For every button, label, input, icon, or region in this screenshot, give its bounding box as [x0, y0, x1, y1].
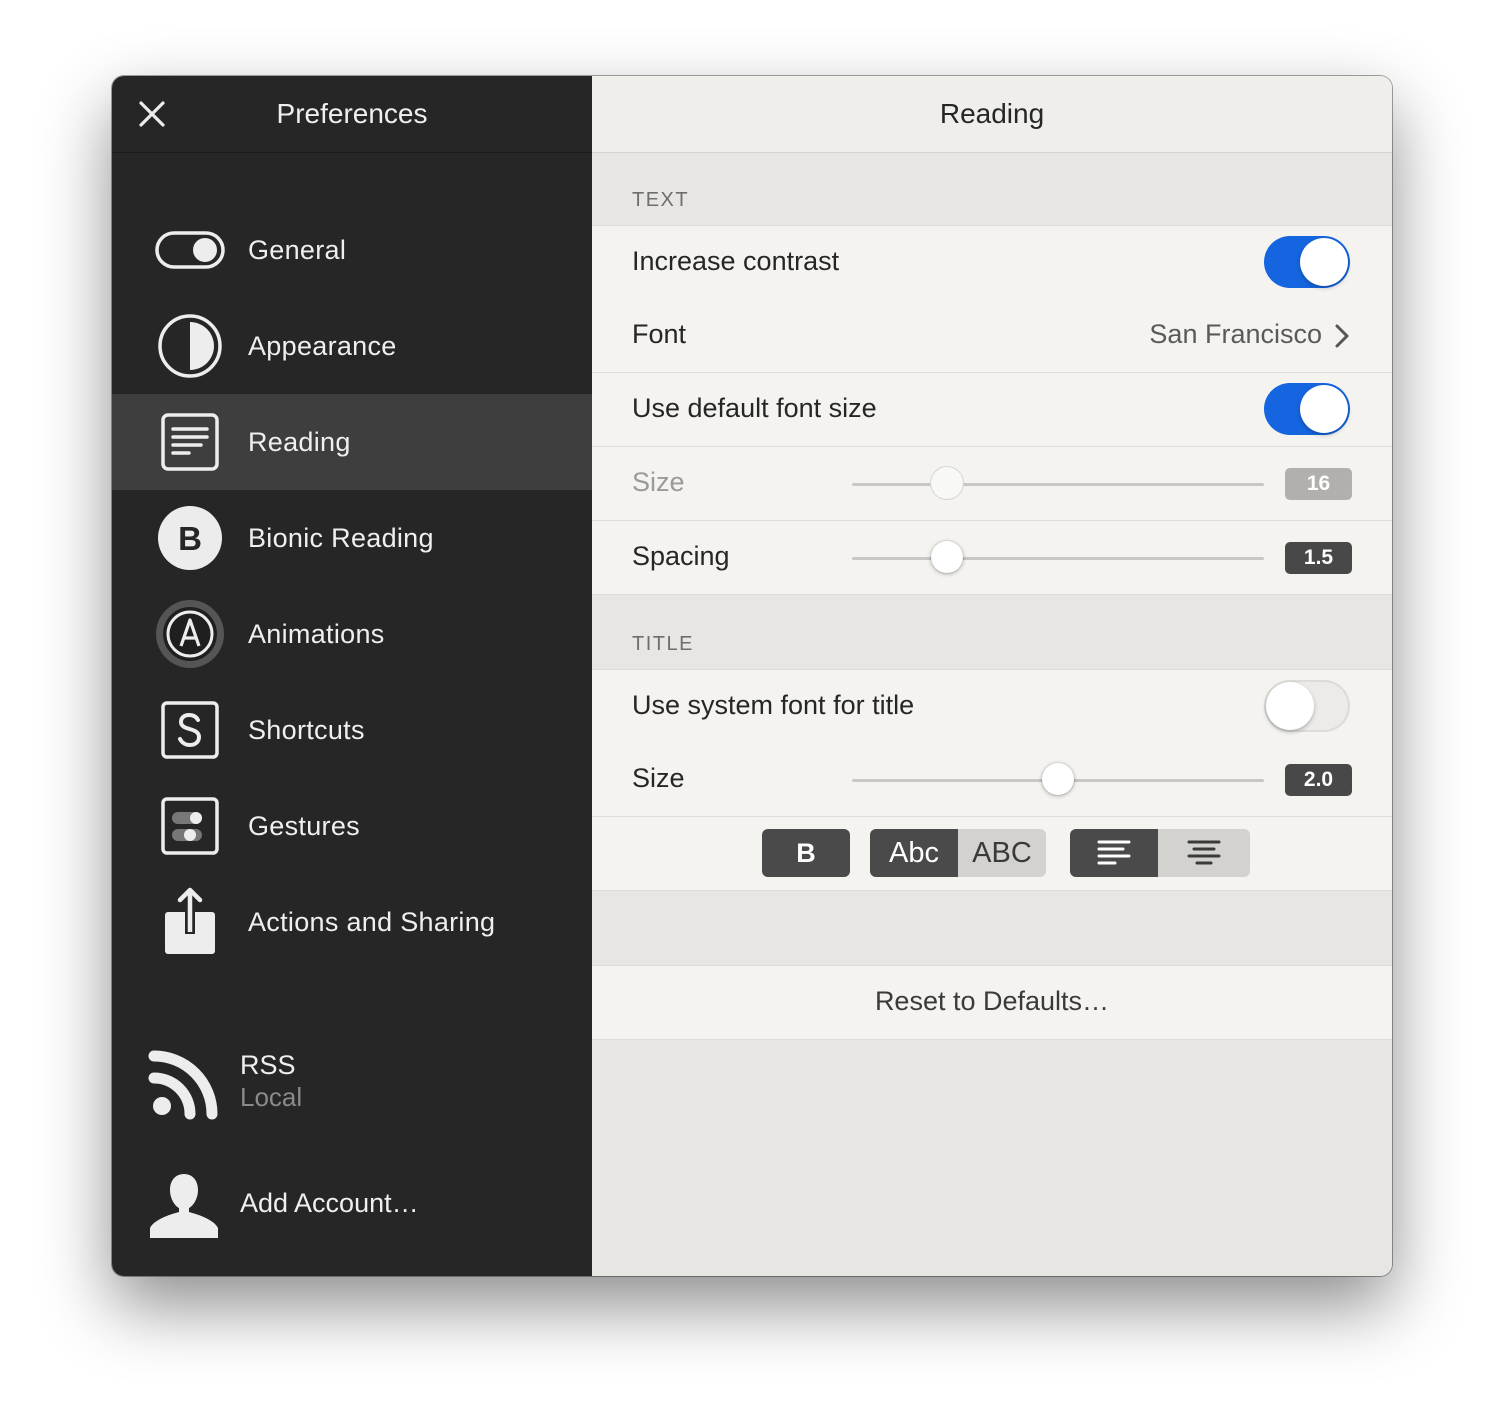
sidebar-header: Preferences [112, 76, 592, 153]
increase-contrast-row: Increase contrast [592, 225, 1392, 300]
align-center-icon [1187, 840, 1221, 865]
reading-panel: Reading TEXT Increase contrast Font San … [592, 76, 1392, 1276]
section-header-title: TITLE [632, 633, 694, 655]
case-segment: Abc ABC [870, 829, 1046, 877]
sidebar-item-general[interactable]: General [112, 202, 592, 298]
animations-a-icon [156, 600, 224, 668]
add-account-button[interactable]: Add Account… [112, 1164, 592, 1254]
reset-defaults-label: Reset to Defaults… [874, 986, 1110, 1016]
spacing-slider[interactable] [852, 541, 1264, 573]
sidebar-item-label: Gestures [248, 810, 360, 841]
default-font-size-label: Use default font size [632, 393, 877, 423]
sidebar-title: Preferences [276, 98, 428, 129]
svg-text:B: B [178, 520, 202, 557]
sidebar-item-shortcuts[interactable]: Shortcuts [112, 682, 592, 778]
sidebar-item-appearance[interactable]: Appearance [112, 298, 592, 394]
bold-button[interactable]: B [762, 829, 850, 877]
sidebar-item-label: General [248, 234, 347, 265]
sidebar-item-reading[interactable]: Reading [112, 394, 592, 490]
half-circle-icon [158, 314, 222, 378]
increase-contrast-toggle[interactable] [1264, 236, 1350, 288]
shortcut-s-icon [161, 701, 219, 759]
font-value: San Francisco [1149, 319, 1322, 349]
spacing-row: Spacing 1.5 [592, 521, 1392, 595]
text-size-row: Size 16 [592, 447, 1392, 521]
font-label: Font [632, 319, 687, 349]
title-size-label: Size [632, 763, 685, 793]
title-size-slider[interactable] [852, 763, 1264, 795]
align-left-button[interactable] [1070, 829, 1158, 877]
sidebar-item-label: Bionic Reading [248, 522, 434, 553]
toggle-icon [155, 231, 225, 269]
spacing-label: Spacing [632, 541, 730, 571]
toggle-knob [1300, 385, 1348, 433]
sidebar-item-label: Shortcuts [248, 714, 365, 745]
text-size-slider[interactable] [852, 467, 1264, 499]
text-lines-icon [161, 413, 219, 471]
default-font-size-row: Use default font size [592, 373, 1392, 447]
slider-thumb[interactable] [930, 541, 963, 573]
rss-icon [148, 1050, 218, 1120]
system-font-title-label: Use system font for title [632, 690, 915, 720]
sidebar-item-label: Reading [248, 426, 351, 457]
title-style-row: B Abc ABC [592, 817, 1392, 891]
title-size-value: 2.0 [1285, 764, 1352, 796]
account-rss[interactable]: RSS Local [112, 1040, 592, 1130]
sidebar-item-bionic-reading[interactable]: B Bionic Reading [112, 490, 592, 586]
sidebar-item-animations[interactable]: Animations [112, 586, 592, 682]
title-size-row: Size 2.0 [592, 743, 1392, 817]
default-font-size-toggle[interactable] [1264, 383, 1350, 435]
font-row[interactable]: Font San Francisco [592, 299, 1392, 373]
reset-defaults-button[interactable]: Reset to Defaults… [592, 965, 1392, 1040]
system-font-title-toggle[interactable] [1264, 680, 1350, 732]
text-size-label: Size [632, 467, 685, 497]
account-name: RSS [240, 1050, 296, 1080]
sidebar-item-label: Actions and Sharing [248, 906, 496, 937]
case-upper-button[interactable]: ABC [958, 829, 1046, 877]
text-size-value: 16 [1285, 468, 1352, 500]
slider-thumb[interactable] [1042, 763, 1074, 795]
user-silhouette-icon [150, 1174, 218, 1238]
spacing-value: 1.5 [1285, 542, 1352, 574]
sidebar-item-gestures[interactable]: Gestures [112, 778, 592, 874]
br-logo-icon: B [158, 506, 222, 570]
chevron-right-icon [1335, 324, 1349, 348]
share-icon [165, 887, 215, 954]
alignment-segment [1070, 829, 1250, 877]
system-font-title-row: Use system font for title [592, 669, 1392, 744]
sidebar-item-label: Appearance [248, 330, 397, 361]
toggle-knob [1300, 238, 1348, 286]
increase-contrast-label: Increase contrast [632, 246, 840, 276]
bold-segment: B [762, 829, 850, 877]
sidebar-nav: General Appearance Reading B Bionic Read… [112, 202, 592, 970]
preferences-window: Preferences General Appearance Reading B… [112, 76, 1392, 1276]
panel-header: Reading [592, 76, 1392, 153]
section-header-text: TEXT [632, 189, 690, 211]
sidebar-item-actions-sharing[interactable]: Actions and Sharing [112, 874, 592, 970]
panel-title: Reading [939, 98, 1045, 129]
sidebar-item-label: Animations [248, 618, 385, 649]
account-subtitle: Local [240, 1082, 303, 1112]
add-account-label: Add Account… [240, 1188, 419, 1218]
align-center-button[interactable] [1158, 829, 1250, 877]
slider-thumb[interactable] [930, 467, 963, 499]
gestures-icon [161, 797, 219, 855]
align-left-icon [1097, 840, 1131, 865]
case-normal-button[interactable]: Abc [870, 829, 958, 877]
toggle-knob [1266, 682, 1314, 730]
sidebar: Preferences General Appearance Reading B… [112, 76, 592, 1276]
